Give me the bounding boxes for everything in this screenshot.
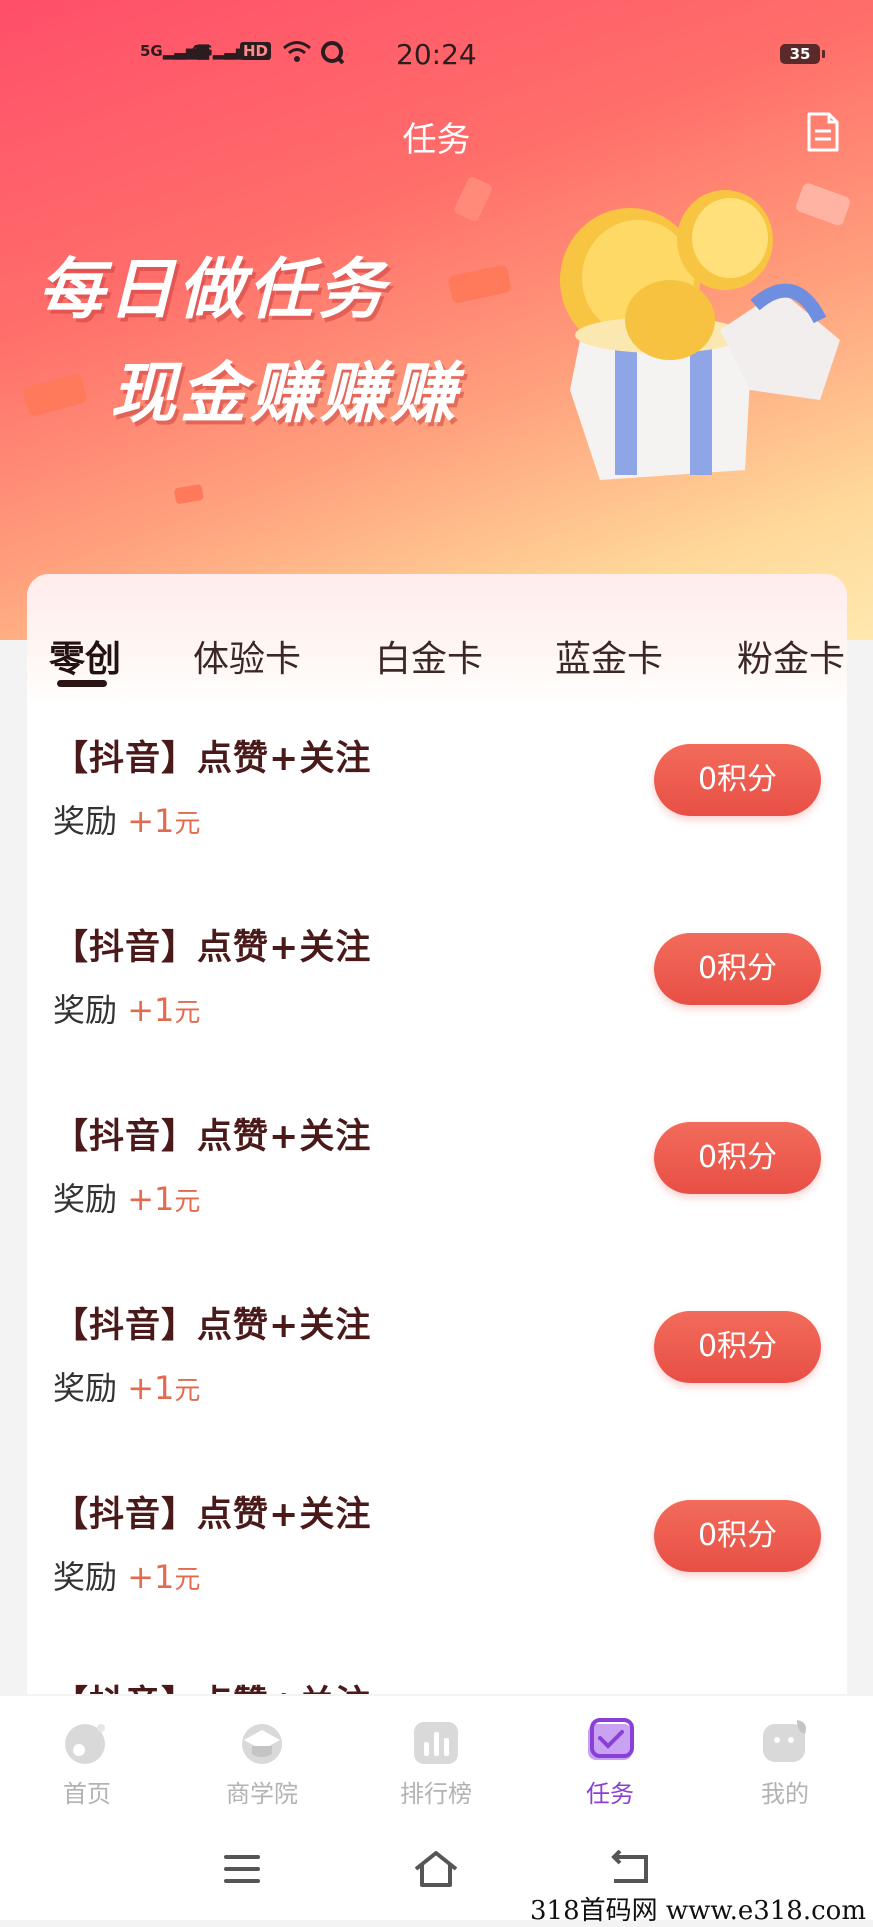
clock: 20:24 — [396, 38, 477, 71]
wifi-icon — [283, 41, 311, 62]
task-points-button[interactable]: 0积分 — [654, 744, 821, 816]
red-envelope-icon — [448, 265, 511, 303]
task-title: 【抖音】点赞+关注 — [53, 1495, 372, 1535]
back-icon[interactable] — [608, 1849, 652, 1889]
task-reward: 奖励 +1元 — [53, 1180, 201, 1218]
task-reward: 奖励 +1元 — [53, 991, 201, 1029]
bottom-nav: 首页 商学院 排行榜 任务 我的 — [0, 1696, 873, 1920]
reward-amount: +1 — [127, 1558, 175, 1596]
document-icon[interactable] — [806, 112, 840, 152]
status-bar: 5G▂▃▅▇ 4G▂▃▅▇ HD 20:24 35 — [0, 38, 873, 78]
tab-baijinka[interactable]: 白金卡 — [375, 630, 483, 682]
nav-home[interactable]: 首页 — [27, 1716, 147, 1809]
banner-line-1: 每日做任务 — [38, 251, 388, 328]
task-item[interactable]: 【抖音】点赞+关注 奖励 +1元 0积分 — [27, 1297, 847, 1486]
profile-icon — [763, 1720, 806, 1762]
reward-unit: 元 — [174, 998, 201, 1028]
task-title: 【抖音】点赞+关注 — [53, 928, 372, 968]
tab-tiyanka[interactable]: 体验卡 — [193, 630, 301, 682]
reward-unit: 元 — [174, 1565, 201, 1595]
task-item[interactable]: 【抖音】点赞+关注 — [27, 1675, 847, 1694]
banner-line-2: 现金赚赚赚 — [110, 355, 460, 432]
task-points-button[interactable]: 0积分 — [654, 933, 821, 1005]
task-reward: 奖励 +1元 — [53, 1558, 201, 1596]
home-button-icon[interactable] — [412, 1849, 460, 1889]
hero-banner: 5G▂▃▅▇ 4G▂▃▅▇ HD 20:24 35 任务 每日做任务 现金赚赚赚 — [0, 0, 873, 640]
task-title: 【抖音】点赞+关注 — [53, 739, 372, 779]
task-item[interactable]: 【抖音】点赞+关注 奖励 +1元 0积分 — [27, 1108, 847, 1297]
task-points-button[interactable]: 0积分 — [654, 1122, 821, 1194]
ranking-icon — [414, 1722, 458, 1764]
red-envelope-icon — [174, 484, 204, 504]
tab-fenjinka[interactable]: 粉金卡 — [737, 630, 845, 682]
nav-ranking[interactable]: 排行榜 — [376, 1716, 496, 1809]
red-envelope-icon — [796, 183, 851, 226]
task-points-button[interactable]: 0积分 — [654, 1500, 821, 1572]
battery-icon: 35 — [780, 44, 825, 64]
task-title: 【抖音】点赞+关注 — [53, 1306, 372, 1346]
hd-icon: HD — [240, 42, 272, 60]
tab-lingchuang[interactable]: 零创 — [49, 630, 121, 682]
task-title: 【抖音】点赞+关注 — [53, 1117, 372, 1157]
task-item[interactable]: 【抖音】点赞+关注 奖励 +1元 0积分 — [27, 730, 847, 919]
watermark: 318首码网 www.e318.com — [530, 1896, 866, 1926]
reward-amount: +1 — [127, 1180, 175, 1218]
app-notification-icon — [321, 41, 345, 65]
red-envelope-icon — [454, 177, 492, 222]
task-item[interactable]: 【抖音】点赞+关注 奖励 +1元 0积分 — [27, 1486, 847, 1675]
active-tab-indicator — [57, 680, 107, 687]
red-envelope-icon — [23, 374, 87, 416]
task-item[interactable]: 【抖音】点赞+关注 奖励 +1元 0积分 — [27, 919, 847, 1108]
tab-bar: 零创 体验卡 白金卡 蓝金卡 粉金卡 — [27, 630, 847, 690]
tab-lanjinka[interactable]: 蓝金卡 — [555, 630, 663, 682]
task-card: 零创 体验卡 白金卡 蓝金卡 粉金卡 【抖音】点赞+关注 奖励 +1元 0积分 … — [27, 574, 847, 1694]
home-icon — [65, 1724, 105, 1764]
reward-amount: +1 — [127, 802, 175, 840]
nav-business-school[interactable]: 商学院 — [202, 1716, 322, 1809]
nav-task[interactable]: 任务 — [550, 1716, 670, 1809]
reward-amount: +1 — [127, 1369, 175, 1407]
task-icon — [588, 1718, 634, 1760]
reward-unit: 元 — [174, 1187, 201, 1217]
task-reward: 奖励 +1元 — [53, 802, 201, 840]
reward-unit: 元 — [174, 809, 201, 839]
page-title: 任务 — [402, 120, 471, 160]
reward-amount: +1 — [127, 991, 175, 1029]
graduation-cap-icon — [242, 1724, 282, 1764]
task-title: 【抖音】点赞+关注 — [53, 1675, 371, 1694]
nav-profile[interactable]: 我的 — [725, 1716, 845, 1809]
reward-unit: 元 — [174, 1376, 201, 1406]
task-points-button[interactable]: 0积分 — [654, 1311, 821, 1383]
menu-icon[interactable] — [222, 1851, 262, 1887]
task-reward: 奖励 +1元 — [53, 1369, 201, 1407]
